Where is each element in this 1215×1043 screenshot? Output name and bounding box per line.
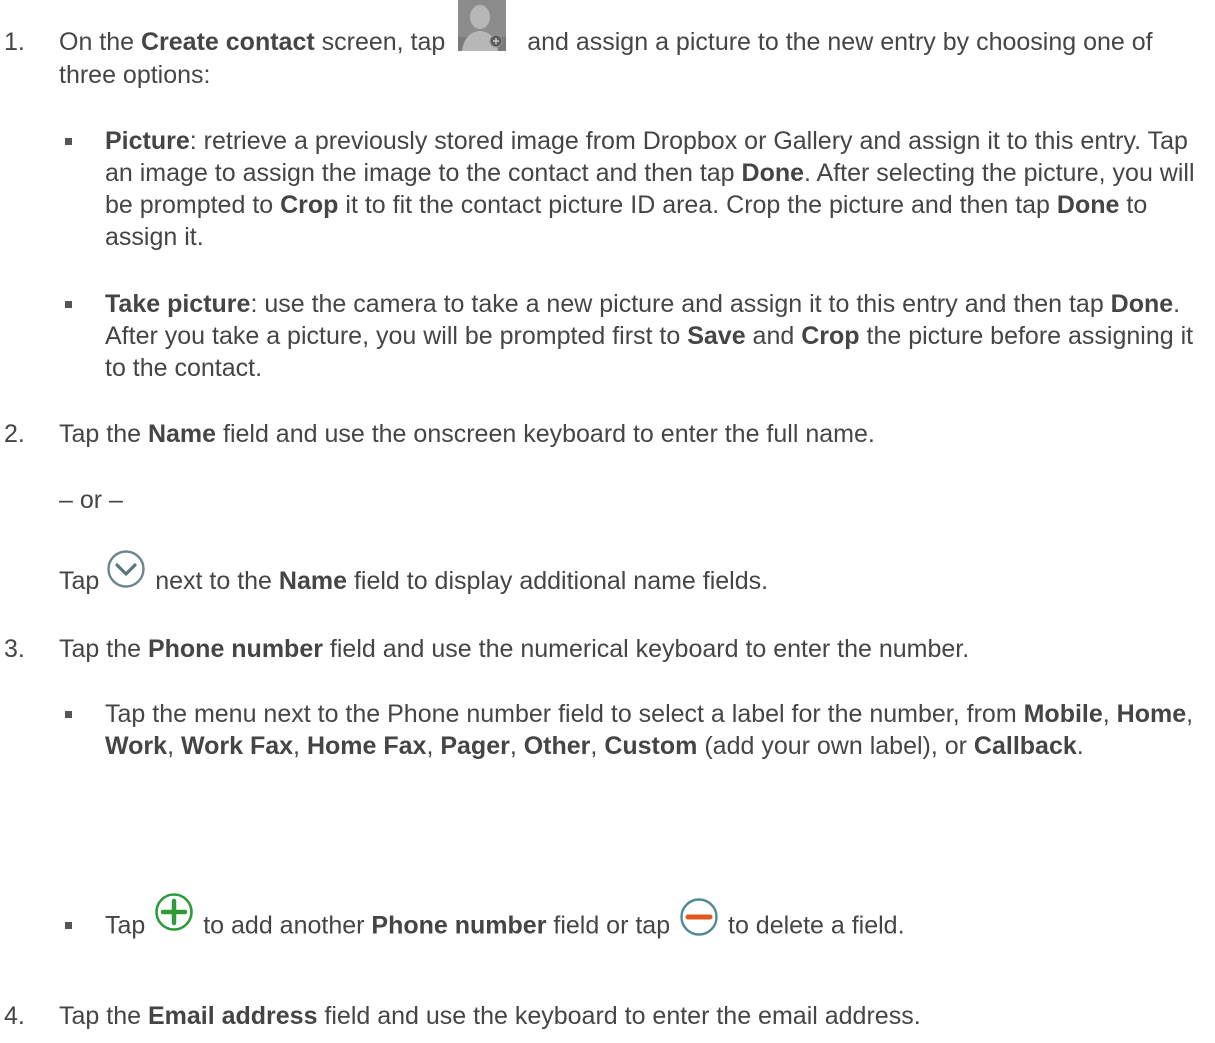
or-separator: – or – <box>59 486 123 514</box>
step-number: 2. <box>4 420 25 448</box>
bullet-text: Picture: retrieve a previously stored im… <box>105 127 1195 251</box>
bullet-text: Take picture: use the camera to take a n… <box>105 290 1194 382</box>
step-text: Tap next to the Name field to display ad… <box>59 550 1205 597</box>
step-3: 3. Tap the Phone number field and use th… <box>0 633 1205 665</box>
plus-circle-icon[interactable] <box>154 892 194 940</box>
minus-circle-icon[interactable] <box>679 897 719 945</box>
bullet-square <box>65 301 72 308</box>
step-2-alternative: Tap next to the Name field to display ad… <box>0 550 1205 597</box>
bullet-text: Tap the menu next to the Phone number fi… <box>105 700 1194 760</box>
phone-label-options: Tap the menu next to the Phone number fi… <box>0 698 1205 762</box>
step-1: 1. On the Create contact screen, tap and… <box>0 0 1205 91</box>
step-number: 3. <box>4 635 25 663</box>
step-text: Tap the Name field and use the onscreen … <box>59 420 875 448</box>
chevron-down-circle-icon[interactable] <box>106 549 146 597</box>
step-text: Tap the Phone number field and use the n… <box>59 635 970 663</box>
add-delete-phone: Tap to add another Phone number field or… <box>0 893 1205 945</box>
bullet-square <box>65 138 72 145</box>
bullet-text: Tap to add another Phone number field or… <box>105 893 1205 945</box>
step-4: 4. Tap the Email address field and use t… <box>0 1000 1205 1032</box>
option-take-picture: Take picture: use the camera to take a n… <box>0 288 1205 384</box>
step-number: 4. <box>4 1002 25 1030</box>
step-text: Tap the Email address field and use the … <box>59 1002 921 1030</box>
contact-picture-icon[interactable] <box>458 0 507 59</box>
option-picture: Picture: retrieve a previously stored im… <box>0 125 1205 253</box>
step-2: 2. Tap the Name field and use the onscre… <box>0 418 1205 450</box>
step-text: On the Create contact screen, tap and as… <box>59 0 1205 91</box>
step-number: 1. <box>4 28 25 56</box>
bullet-square <box>65 711 72 718</box>
bullet-square <box>65 922 72 929</box>
